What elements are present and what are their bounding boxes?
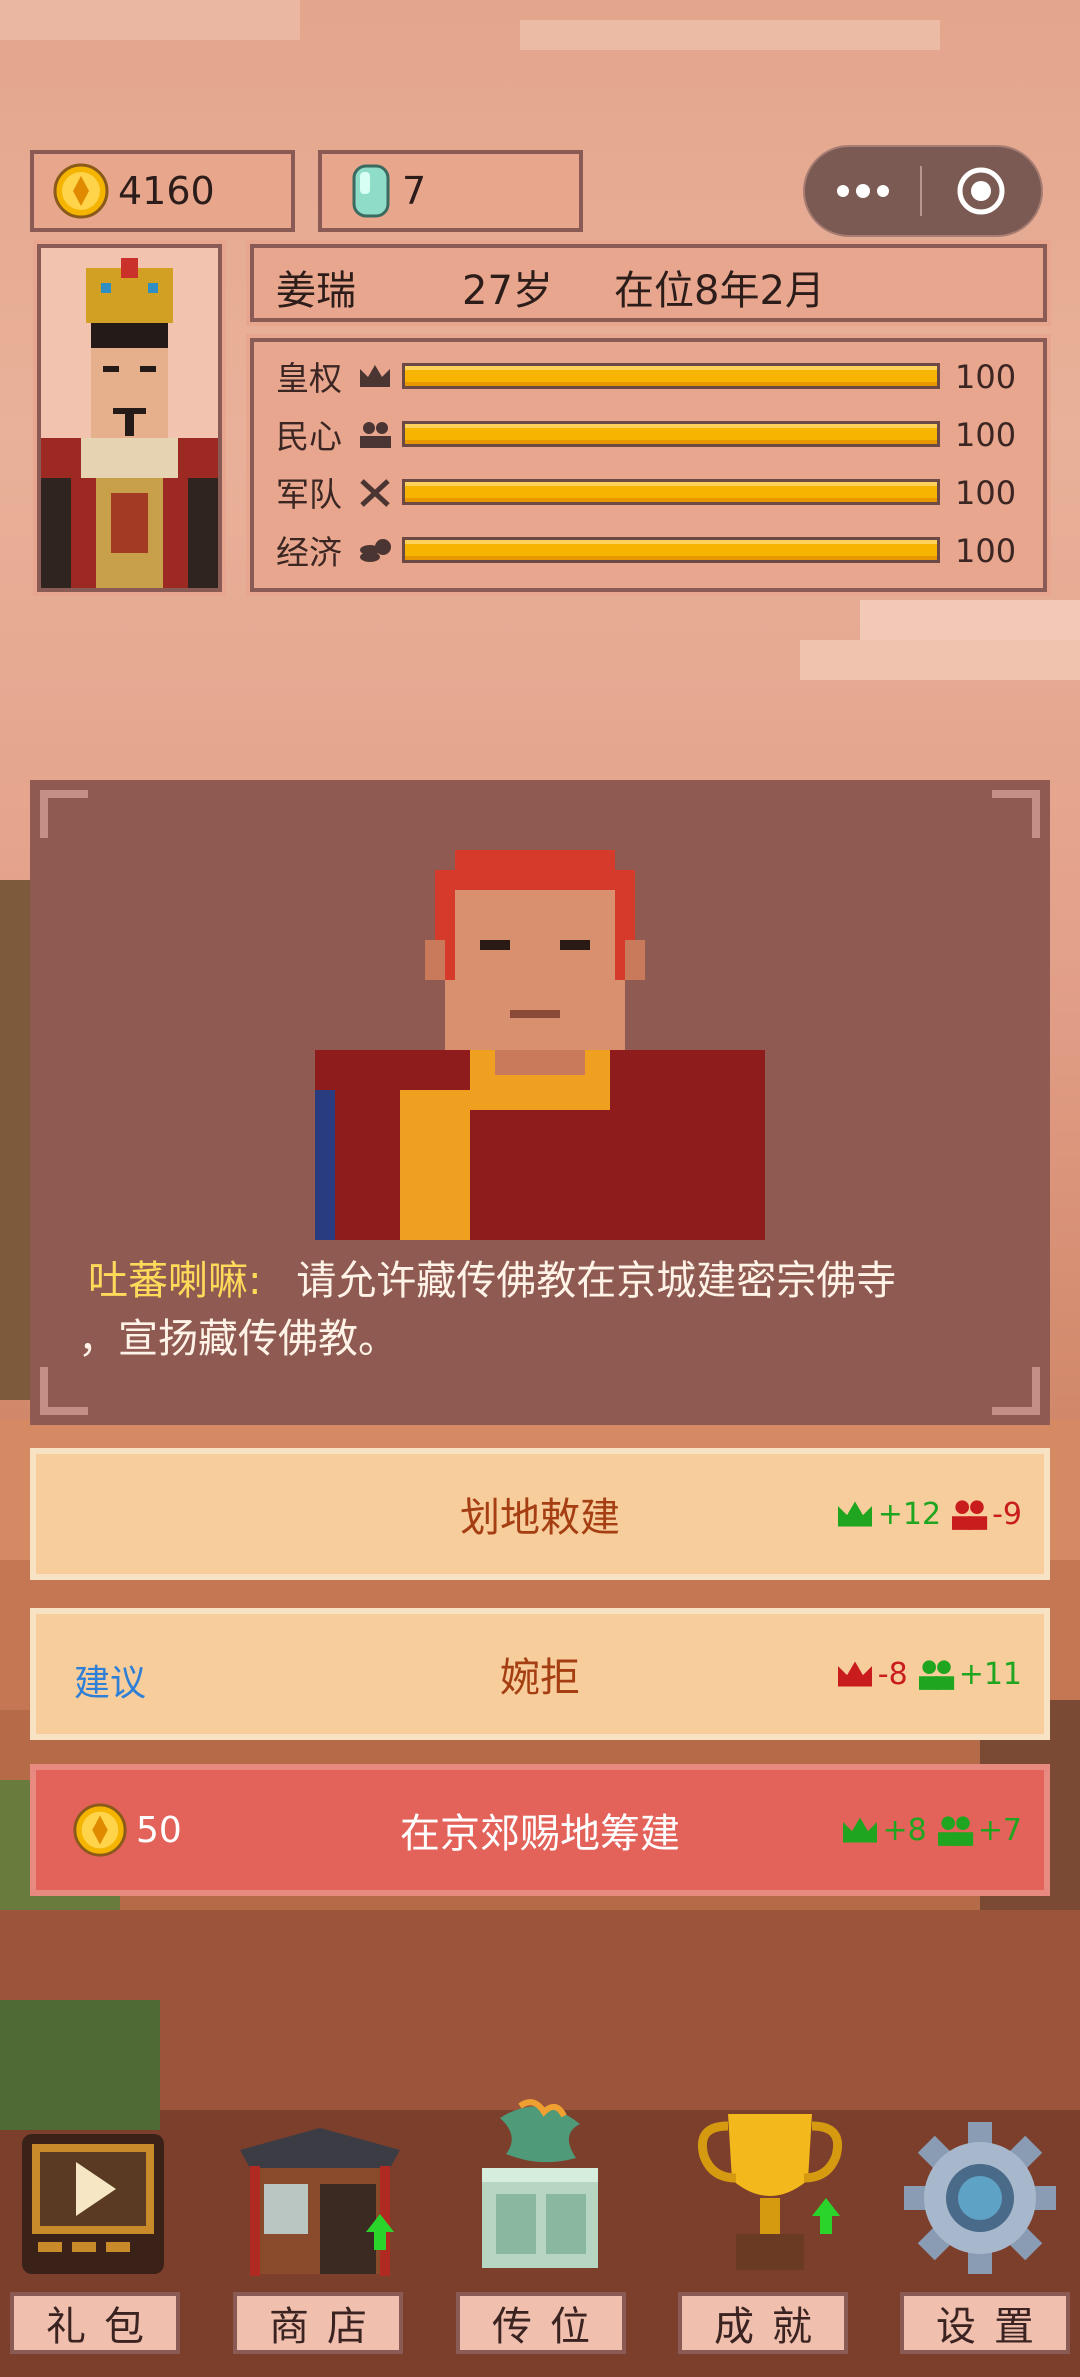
economy-bar	[402, 537, 940, 563]
gear-icon[interactable]	[900, 2118, 1060, 2278]
nav-settings[interactable]: 设置	[900, 2292, 1070, 2354]
nav-abdicate[interactable]: 传位	[456, 2292, 626, 2354]
effect-popularity: +7	[977, 1812, 1022, 1848]
choice-button-2[interactable]: 建议 婉拒 -8 +11	[30, 1608, 1050, 1740]
gold-amount: 4160	[118, 169, 215, 213]
more-options-button[interactable]	[805, 147, 920, 235]
stat-value: 100	[955, 532, 1017, 570]
stat-label: 皇权	[276, 359, 342, 398]
choice-effects: -8 +11	[835, 1614, 1022, 1734]
shop-icon[interactable]	[230, 2120, 410, 2280]
nav-achievements[interactable]: 成就	[678, 2292, 848, 2354]
jade-gem-icon	[352, 164, 390, 218]
choice-button-3[interactable]: 50 在京郊赐地筹建 +8 +7	[30, 1764, 1050, 1896]
stat-army: 军队	[276, 472, 940, 514]
crown-gain-icon	[837, 1501, 872, 1527]
nav-label: 成就	[714, 2304, 830, 2350]
effect-authority: +8	[882, 1812, 927, 1848]
gold-coin-icon	[53, 163, 109, 219]
crown-loss-icon	[837, 1661, 872, 1687]
ruler-reign: 在位8年2月	[614, 268, 825, 314]
jade-counter[interactable]: 7	[318, 150, 583, 232]
effect-popularity: +11	[958, 1656, 1022, 1692]
choice-effects: +8 +7	[840, 1770, 1022, 1890]
effect-authority: -8	[877, 1656, 908, 1692]
stat-economy: 经济	[276, 530, 940, 572]
effect-authority: +12	[877, 1496, 942, 1532]
stat-label: 军队	[276, 475, 342, 514]
nav-label: 商店	[269, 2304, 385, 2350]
coins-icon	[360, 539, 391, 562]
stat-value: 100	[955, 474, 1017, 512]
stat-label: 民心	[276, 417, 342, 456]
nav-label: 设置	[936, 2304, 1052, 2350]
people-gain-icon	[918, 1660, 954, 1690]
jade-seal-icon[interactable]	[460, 2098, 620, 2280]
crown-icon	[360, 365, 390, 387]
army-bar	[402, 479, 940, 505]
swords-icon	[360, 479, 390, 507]
nav-shop[interactable]: 商店	[233, 2292, 403, 2354]
people-icon	[360, 422, 391, 448]
effect-popularity: -9	[992, 1496, 1022, 1532]
emperor-portrait	[41, 248, 218, 588]
popularity-bar	[402, 421, 940, 447]
crown-gain-icon	[842, 1817, 877, 1843]
event-text-line1: 请允许藏传佛教在京城建密宗佛寺	[296, 1258, 897, 1304]
event-card: 吐蕃喇嘛: 请允许藏传佛教在京城建密宗佛寺 ，宣扬藏传佛教。	[30, 780, 1050, 1425]
trophy-icon[interactable]	[690, 2104, 850, 2280]
choice-button-1[interactable]: 划地敕建 +12 -9	[30, 1448, 1050, 1580]
ruler-info-bar: 姜瑞 27岁 在位8年2月	[246, 240, 1051, 326]
stat-authority: 皇权	[276, 356, 940, 398]
miniprogram-capsule	[803, 145, 1043, 237]
event-text-line2: ，宣扬藏传佛教。	[78, 1316, 398, 1362]
jade-amount: 7	[402, 169, 427, 213]
stat-value: 100	[955, 358, 1017, 396]
nav-gift-pack[interactable]: 礼包	[10, 2292, 180, 2354]
more-dots-icon	[836, 184, 889, 198]
choice-effects: +12 -9	[835, 1454, 1022, 1574]
people-gain-icon	[937, 1816, 973, 1846]
lama-portrait	[315, 850, 765, 1240]
video-play-icon[interactable]	[18, 2130, 168, 2278]
authority-bar	[402, 363, 940, 389]
people-loss-icon	[952, 1500, 988, 1530]
nav-label: 传位	[492, 2304, 608, 2350]
close-miniprogram-button[interactable]	[922, 147, 1040, 235]
stat-label: 经济	[276, 533, 342, 572]
emperor-portrait-frame[interactable]	[33, 240, 226, 596]
event-speaker: 吐蕃喇嘛:	[88, 1258, 262, 1304]
stat-value: 100	[955, 416, 1017, 454]
event-dialogue: 吐蕃喇嘛: 请允许藏传佛教在京城建密宗佛寺 ，宣扬藏传佛教。	[78, 1252, 1028, 1368]
ruler-age: 27岁	[462, 268, 553, 314]
nav-label: 礼包	[46, 2304, 162, 2350]
gold-counter[interactable]: 4160	[30, 150, 295, 232]
target-circle-icon	[957, 167, 1005, 215]
stat-popularity: 民心	[276, 414, 940, 456]
ruler-name: 姜瑞	[276, 268, 356, 314]
